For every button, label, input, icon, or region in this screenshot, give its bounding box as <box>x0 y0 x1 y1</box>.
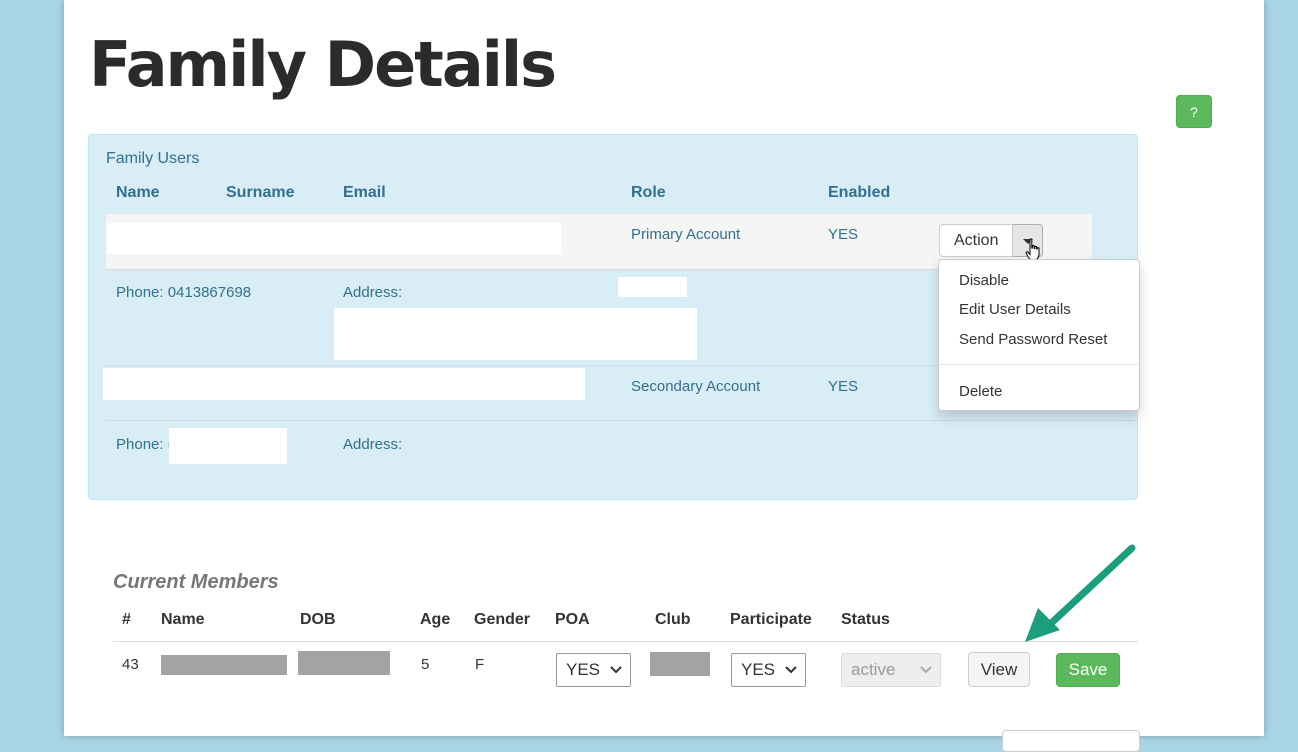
annotation-arrow-icon <box>1025 544 1136 642</box>
